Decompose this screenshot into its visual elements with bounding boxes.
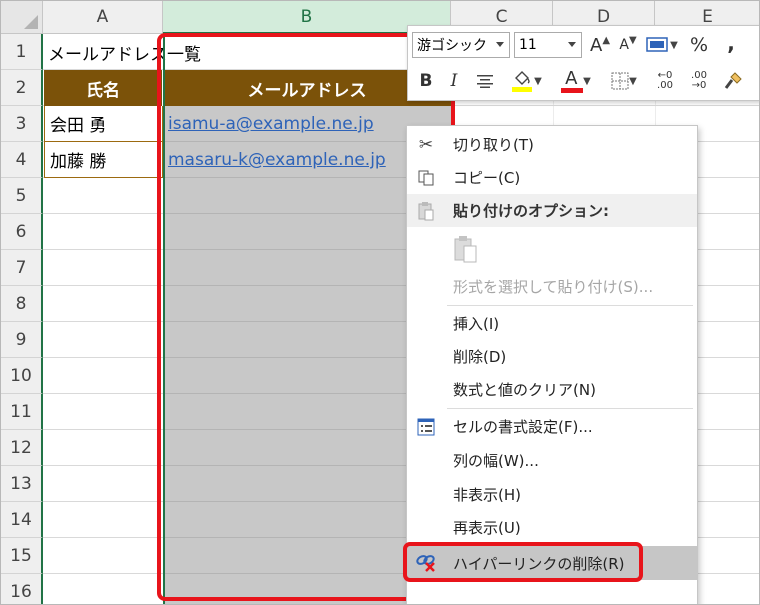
cell-a4[interactable]: 加藤 勝: [44, 142, 163, 178]
menu-item-hide[interactable]: 非表示(H): [407, 478, 697, 511]
column-header-a[interactable]: A: [43, 1, 163, 34]
fill-color-icon[interactable]: ▼: [506, 66, 546, 96]
menu-item-unhide[interactable]: 再表示(U): [407, 511, 697, 544]
format-cells-icon: [415, 417, 437, 437]
font-name-value: 游ゴシック: [417, 38, 487, 54]
decrease-decimal-icon[interactable]: .00 →0: [684, 68, 714, 94]
menu-item-cut[interactable]: ✂ 切り取り(T): [407, 128, 697, 161]
select-all-button[interactable]: [1, 1, 43, 34]
menu-item-paste-special[interactable]: 形式を選択して貼り付け(S)...: [407, 270, 697, 303]
menu-item-copy[interactable]: コピー(C): [407, 161, 697, 194]
scissors-icon: ✂: [418, 135, 434, 155]
accounting-format-icon[interactable]: ▼: [644, 32, 680, 58]
comma-style-icon[interactable]: ,: [716, 30, 746, 56]
increase-decimal-icon[interactable]: ←0.00: [650, 68, 680, 94]
menu-section-paste-options: 貼り付けのオプション:: [407, 194, 697, 227]
row-header-12[interactable]: 12: [1, 430, 43, 466]
row-header-1[interactable]: 1: [1, 34, 43, 70]
row-header-11[interactable]: 11: [1, 394, 43, 430]
font-color-icon[interactable]: A ▼: [556, 66, 596, 96]
row-header-7[interactable]: 7: [1, 250, 43, 286]
row-header-6[interactable]: 6: [1, 214, 43, 250]
menu-item-clear-contents[interactable]: 数式と値のクリア(N): [407, 373, 697, 406]
row-header-3[interactable]: 3: [1, 106, 43, 142]
percent-style-icon[interactable]: %: [686, 32, 712, 58]
row-header-9[interactable]: 9: [1, 322, 43, 358]
paste-option-icon: [451, 234, 481, 264]
row-header-10[interactable]: 10: [1, 358, 43, 394]
row-header-5[interactable]: 5: [1, 178, 43, 214]
row-header-8[interactable]: 8: [1, 286, 43, 322]
remove-hyperlink-highlight-frame: [403, 542, 643, 582]
context-menu: ✂ 切り取り(T) コピー(C) 貼り付けのオプション: 形式を選択して貼り付け…: [406, 125, 698, 604]
mini-toolbar: 游ゴシック 11 A ▲ A ▼ ▼ % , B I ▼ A ▼ ▼ ←0 .0…: [407, 25, 759, 101]
menu-item-format-cells[interactable]: セルの書式設定(F)...: [407, 410, 697, 443]
font-name-box[interactable]: 游ゴシック: [412, 32, 510, 58]
font-size-box[interactable]: 11: [514, 32, 582, 58]
row-header-16[interactable]: 16: [1, 574, 43, 604]
menu-item-insert[interactable]: 挿入(I): [407, 307, 697, 340]
cell-a3[interactable]: 会田 勇: [44, 106, 163, 142]
row-header-14[interactable]: 14: [1, 502, 43, 538]
format-painter-icon[interactable]: [718, 68, 748, 94]
paste-icon: [415, 201, 437, 221]
paste-option-button[interactable]: [407, 228, 697, 268]
bold-icon[interactable]: B: [414, 68, 438, 94]
borders-icon[interactable]: ▼: [604, 68, 644, 94]
increase-font-size-icon[interactable]: A ▲: [588, 32, 612, 58]
row-header-4[interactable]: 4: [1, 142, 43, 178]
menu-item-delete[interactable]: 削除(D): [407, 340, 697, 373]
row-header-15[interactable]: 15: [1, 538, 43, 574]
copy-icon: [415, 168, 437, 188]
decrease-font-size-icon[interactable]: A ▼: [616, 32, 640, 58]
cell-a2-header[interactable]: 氏名: [44, 70, 163, 106]
row-header-2[interactable]: 2: [1, 70, 43, 106]
excel-window: A B C D E 1 2 3 4 5 6 7 8 9 10 11 12 13 …: [0, 0, 760, 605]
align-center-icon[interactable]: [472, 68, 498, 94]
italic-icon[interactable]: I: [442, 68, 466, 94]
row-header-13[interactable]: 13: [1, 466, 43, 502]
menu-item-column-width[interactable]: 列の幅(W)...: [407, 444, 697, 477]
font-size-value: 11: [519, 37, 537, 53]
